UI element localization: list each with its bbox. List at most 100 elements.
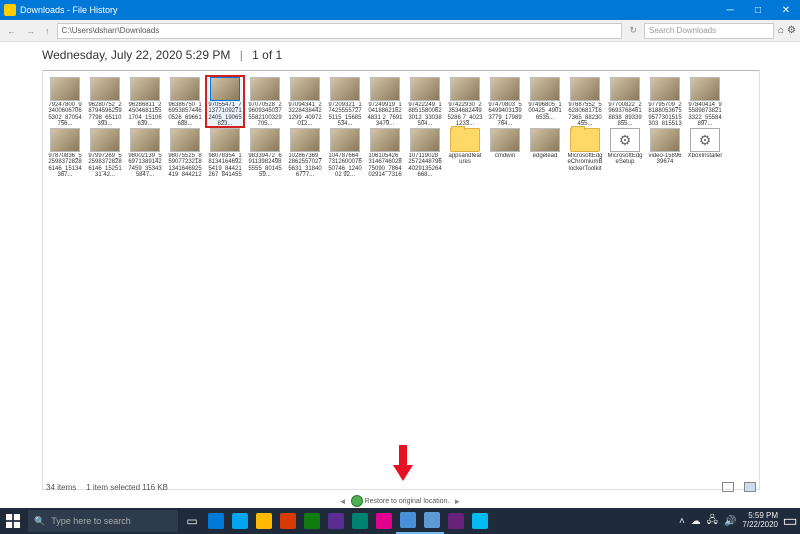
file-item[interactable]: 97997269_525983728286146_1525131 42... — [87, 128, 123, 177]
taskbar-app-1[interactable] — [204, 508, 228, 534]
back-button[interactable]: ← — [4, 26, 19, 36]
file-item[interactable]: 97840414_955898738213322_55584897... — [687, 77, 723, 126]
image-thumbnail-icon — [290, 128, 320, 152]
file-item[interactable]: appsandfeatures — [447, 128, 483, 177]
file-item[interactable]: 79247800_934006067065302_87054756... — [47, 77, 83, 126]
close-button[interactable]: ✕ — [772, 0, 800, 20]
tray-onedrive-icon[interactable]: ☁ — [691, 516, 701, 527]
taskbar-app-3[interactable] — [252, 508, 276, 534]
file-item[interactable]: 98002139_569713891427459_353435847... — [127, 128, 163, 177]
file-label: video-1589639674 — [647, 153, 683, 166]
file-grid: 79247800_934006067065302_87054756...9628… — [42, 70, 760, 490]
file-label: 97422930_235346824495286 7_40231233... — [447, 102, 483, 126]
previous-version-button[interactable]: ◄ — [337, 497, 349, 506]
file-label: 97055471_713771092712405_19065823... — [207, 102, 243, 126]
file-label: 104787664_731260007650746_124002 92... — [327, 153, 363, 177]
file-item[interactable]: 97687552_562806817167365_88230455... — [567, 77, 603, 126]
taskbar-app-7[interactable] — [348, 508, 372, 534]
next-version-button[interactable]: ► — [451, 497, 463, 506]
file-label: 97209321_174255557275115_15685534... — [327, 102, 363, 126]
tray-network-icon[interactable]: 🖧 — [707, 513, 718, 530]
file-item[interactable]: 98075525_859077232181341646925419_844212… — [167, 128, 203, 177]
image-thumbnail-icon — [490, 77, 520, 101]
file-label: edgelead — [527, 153, 563, 159]
taskbar-app-5[interactable] — [300, 508, 324, 534]
file-item[interactable]: 107119028_25724487964029135264668... — [407, 128, 443, 177]
file-item[interactable]: 97795709_281880536759577301515303_815513… — [647, 77, 683, 126]
file-item[interactable]: 96280752_287945962597798_65110393... — [87, 77, 123, 126]
taskbar-app-12[interactable] — [468, 508, 492, 534]
file-item[interactable]: ⚙XboxInstaller — [687, 128, 723, 177]
image-thumbnail-icon — [610, 77, 640, 101]
file-label: 96286811_245046811551704_15106639... — [127, 102, 163, 126]
taskbar-app-4[interactable] — [276, 508, 300, 534]
file-label: 97840414_955898738213322_55584897... — [687, 102, 723, 126]
file-item[interactable]: 97496805_100425_49016535... — [527, 77, 563, 126]
thumbnails-view-icon[interactable] — [744, 482, 756, 492]
file-label: 97070528_296093450375582100329705... — [247, 102, 283, 126]
taskbar-app-11[interactable] — [444, 508, 468, 534]
file-item[interactable]: 97700822_296937684618838_89339855... — [607, 77, 643, 126]
action-center-button[interactable]: ▭ — [780, 508, 800, 534]
search-input[interactable]: Search Downloads — [644, 23, 774, 39]
file-item[interactable]: 96286811_245046811551704_15106639... — [127, 77, 163, 126]
file-label: 97496805_100425_49016535... — [527, 102, 563, 121]
file-label: 98002139_569713891427459_353435847... — [127, 153, 163, 177]
image-thumbnail-icon — [450, 77, 480, 101]
file-item[interactable]: edgelead — [527, 128, 563, 177]
file-item[interactable]: 97094341_232284384421299_40972012... — [287, 77, 323, 126]
taskbar-app-8[interactable] — [372, 508, 396, 534]
taskbar-app-6[interactable] — [324, 508, 348, 534]
tray-volume-icon[interactable]: 🔊 — [724, 516, 736, 527]
home-icon[interactable]: ⌂ — [778, 25, 784, 36]
file-item[interactable]: 96386750_169538574460526_69661688... — [167, 77, 203, 126]
taskbar-search[interactable]: 🔍 Type here to search — [28, 510, 178, 532]
file-item[interactable]: 104787664_731260007650746_124002 92... — [327, 128, 363, 177]
settings-icon[interactable]: ⚙ — [787, 25, 796, 36]
file-item[interactable]: 97070528_296093450375582100329705... — [247, 77, 283, 126]
file-item[interactable]: 97470803_564994031393779_17989764... — [487, 77, 523, 126]
image-thumbnail-icon — [650, 77, 680, 101]
file-item[interactable]: 98339472_691139824985555_8014559... — [247, 128, 283, 177]
tray-chevron-icon[interactable]: ˄ — [679, 516, 685, 527]
image-thumbnail-icon — [370, 128, 400, 152]
file-item[interactable]: 97422930_235346824495286 7_40231233... — [447, 77, 483, 126]
taskbar-app-2[interactable] — [228, 508, 252, 534]
file-item[interactable]: ⚙MicrosoftEdgeSetup — [607, 128, 643, 177]
folder-icon — [570, 128, 600, 152]
file-item[interactable]: 97209321_174255557275115_15685534... — [327, 77, 363, 126]
file-item[interactable]: 97055471_713771092712405_19065823... — [207, 77, 243, 126]
taskbar-app-9[interactable] — [396, 508, 420, 534]
file-item[interactable]: 97249919_104188621624831 2_76913479... — [367, 77, 403, 126]
file-item[interactable]: 106105426_314674602875090_786402914_7316… — [367, 128, 403, 177]
refresh-button[interactable]: ↻ — [626, 25, 640, 36]
file-label: appsandfeatures — [447, 153, 483, 166]
image-thumbnail-icon — [370, 77, 400, 101]
taskbar-clock[interactable]: 5:59 PM 7/22/2020 — [742, 512, 778, 530]
file-item[interactable]: MicrosoftEdgeChromiumBlockerToolkit — [567, 128, 603, 177]
forward-button[interactable]: → — [23, 26, 38, 36]
task-view-button[interactable]: ▭ — [180, 508, 204, 534]
maximize-button[interactable]: □ — [744, 0, 772, 20]
file-label: 107119028_25724487964029135264668... — [407, 153, 443, 177]
file-item[interactable]: 97422249_188515800623012_33038504... — [407, 77, 443, 126]
address-bar[interactable]: C:\Users\dsharr\Downloads — [57, 23, 623, 39]
minimize-button[interactable]: ─ — [716, 0, 744, 20]
taskbar-app-10[interactable] — [420, 508, 444, 534]
file-item[interactable]: cmdwin — [487, 128, 523, 177]
image-thumbnail-icon — [170, 77, 200, 101]
page-indicator: 1 of 1 — [252, 48, 282, 62]
start-button[interactable] — [0, 508, 26, 534]
file-item[interactable]: 98078354_181341646925419_84421267_841455… — [207, 128, 243, 177]
file-label: 96386750_169538574460526_69661688... — [167, 102, 203, 126]
file-label: 98339472_691139824985555_8014559... — [247, 153, 283, 177]
restore-button[interactable] — [351, 495, 363, 507]
image-thumbnail-icon — [90, 128, 120, 152]
details-view-icon[interactable] — [722, 482, 734, 492]
file-label: cmdwin — [487, 153, 523, 159]
image-thumbnail-icon — [210, 77, 240, 101]
file-item[interactable]: 97870836_525983728286146_15134367... — [47, 128, 83, 177]
file-item[interactable]: 102867369_28625570275631_318406777... — [287, 128, 323, 177]
up-button[interactable]: ↑ — [42, 26, 53, 36]
file-item[interactable]: video-1589639674 — [647, 128, 683, 177]
